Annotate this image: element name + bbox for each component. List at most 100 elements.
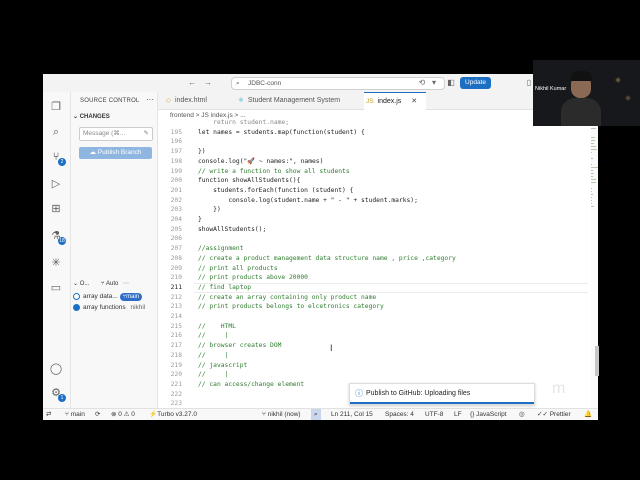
graph-commit-row[interactable]: array data... ⑂main (73, 292, 157, 302)
publish-branch-button[interactable]: ☁ Publish Branch (79, 147, 152, 159)
code-line[interactable]: 215 // HTML (158, 322, 588, 332)
branch-badge: ⑂main (119, 293, 143, 301)
extensions-status-icon[interactable]: ◧ (446, 77, 456, 88)
status-bar: ⇄ ⑂ main ⟳ ⊗ 0 ⚠ 0 ⚡Turbo v3.27.0 ⑂ nikh… (43, 408, 598, 420)
copilot-status-icon[interactable]: ◎ (519, 409, 525, 420)
account-icon[interactable]: ◯ (49, 362, 63, 376)
forward-arrow-icon[interactable]: → (203, 77, 213, 88)
code-line[interactable]: 214 (158, 312, 588, 322)
code-line[interactable]: 199 // write a function to show all stude… (158, 167, 588, 177)
code-line[interactable]: 211 // find laptop (158, 282, 588, 293)
copilot-icon[interactable]: ⟲ (417, 77, 427, 88)
zoom-icon[interactable]: ⌕ (311, 409, 321, 420)
code-line[interactable]: 198 console.log("🚀 ~ names:", names) (158, 157, 588, 167)
encoding[interactable]: UTF-8 (425, 409, 443, 420)
sidebar-title: SOURCE CONTROL (80, 98, 140, 104)
js-file-icon: JS (365, 98, 374, 105)
code-line[interactable]: 210 // print products above 20000 (158, 273, 588, 283)
language-mode[interactable]: {} JavaScript (470, 409, 507, 420)
code-text: // write a function to show all students (198, 167, 350, 175)
code-line[interactable]: 208 // create a product management data s… (158, 254, 588, 264)
code-line[interactable]: 218 // | (158, 351, 588, 361)
editor-scrollbar[interactable] (595, 346, 599, 376)
problems-status[interactable]: ⊗ 0 ⚠ 0 (111, 409, 135, 420)
code-editor[interactable]: return student.name; 195 let names = stude… (158, 118, 588, 417)
code-line[interactable]: 217 // browser creates DOM (158, 341, 588, 351)
blame-label: nikhil (now) (267, 411, 301, 418)
code-line[interactable]: 207 //assignment (158, 244, 588, 254)
graph-auto-label[interactable]: Auto (106, 281, 118, 287)
commit-label: array functions (83, 304, 126, 311)
commit-message-input[interactable]: Message (⌘... ✎ (79, 127, 153, 141)
run-debug-icon[interactable]: ▷ (49, 177, 63, 191)
tab-student-management-system[interactable]: ⚛ Student Management System (238, 92, 358, 109)
line-number: 197 (170, 148, 182, 156)
code-line[interactable]: 200 function showAllStudents(){ (158, 176, 588, 186)
code-line[interactable]: 212 // create an array containing only pr… (158, 293, 588, 303)
publish-notification[interactable]: ⓘ Publish to GitHub: Uploading files (349, 383, 535, 405)
line-number: 201 (170, 186, 182, 194)
tab-index-html[interactable]: ◇ index.html (166, 92, 230, 109)
code-line[interactable]: 216 // | (158, 331, 588, 341)
code-line[interactable]: 206 (158, 234, 588, 244)
code-text: return student.name; (198, 119, 289, 126)
graph-commit-row[interactable]: array functions nikhil (73, 303, 157, 313)
code-line[interactable]: 219 // javascript (158, 361, 588, 371)
git-graph-icon[interactable]: ✳ (49, 256, 63, 270)
code-line[interactable]: 196 (158, 137, 588, 147)
prettier-status[interactable]: ✓✓ Prettier (537, 409, 571, 420)
end-of-line[interactable]: LF (454, 409, 462, 420)
search-icon[interactable]: ⌕ (49, 125, 63, 139)
command-center-search[interactable]: ⌕ JDBC-conn (231, 77, 445, 90)
chevron-down-icon[interactable]: ▾ (429, 77, 439, 88)
indentation[interactable]: Spaces: 4 (385, 409, 414, 420)
more-actions-icon[interactable]: ⋯ (146, 95, 154, 104)
line-number: 203 (170, 206, 182, 214)
graph-actions-icon[interactable]: ⋯ (123, 281, 129, 287)
notifications-bell-icon[interactable]: 🔔 (584, 409, 592, 420)
branch-status[interactable]: ⑂ main (65, 409, 85, 420)
sparkle-icon[interactable]: ✎ (144, 128, 149, 140)
source-control-icon[interactable]: ⑂ 2 (49, 150, 66, 166)
line-number: 210 (170, 274, 182, 282)
update-button[interactable]: Update (460, 77, 491, 89)
code-line[interactable]: 203 }) (158, 205, 588, 215)
commit-message-placeholder: Message (⌘... (83, 130, 126, 137)
code-text: // can access/change element (198, 380, 305, 388)
code-line[interactable]: 213 // print products belongs to elcetron… (158, 302, 588, 312)
code-line[interactable]: 201 students.forEach(function (student) … (158, 186, 588, 196)
code-line[interactable]: 202 console.log(student.name + " - " + s… (158, 196, 588, 206)
code-line[interactable]: 220 // | (158, 370, 588, 380)
cursor-position[interactable]: Ln 211, Col 15 (331, 409, 373, 420)
code-line[interactable]: 197}) (158, 147, 588, 157)
changes-section-header[interactable]: ⌄ CHANGES (73, 113, 110, 120)
tab-index-js[interactable]: JS index.js ✕ (364, 92, 426, 110)
line-number: 208 (170, 254, 182, 262)
graph-section-header[interactable]: ⌄ O... ⑂ Auto ⋯ (73, 280, 157, 290)
minimap-line (591, 146, 596, 147)
line-number: 221 (170, 380, 182, 388)
sync-icon[interactable]: ⟳ (95, 409, 100, 420)
turbo-status[interactable]: ⚡Turbo v3.27.0 (149, 409, 197, 420)
extensions-icon[interactable]: ⊞ (49, 202, 63, 216)
code-line[interactable]: 204} (158, 215, 588, 225)
minimap-line (591, 200, 592, 201)
code-line[interactable]: 195 let names = students.map(function(stu… (158, 128, 588, 138)
back-arrow-icon[interactable]: ← (187, 77, 197, 88)
code-text: // | (198, 351, 229, 359)
code-line[interactable]: 209 // print all products (158, 264, 588, 274)
close-icon[interactable]: ✕ (411, 98, 417, 105)
settings-gear-icon[interactable]: ⚙ 1 (49, 386, 66, 402)
remote-icon[interactable]: ⇄ (46, 409, 51, 420)
info-icon: ⓘ (355, 389, 363, 398)
remote-explorer-icon[interactable]: ▭ (49, 281, 63, 295)
explorer-icon[interactable]: ❐ (49, 100, 63, 114)
line-number: 214 (170, 313, 182, 320)
line-number: 204 (170, 216, 182, 223)
code-line[interactable]: return student.name; (158, 118, 588, 128)
minimap-line (591, 137, 595, 138)
testing-icon[interactable]: ⚗ 18 (49, 229, 66, 245)
activity-bar: ❐ ⌕ ⑂ 2 ▷ ⊞ ⚗ 18 ✳ ▭ ◯ ⚙ 1 (43, 92, 71, 408)
git-blame-status[interactable]: ⑂ nikhil (now) (262, 409, 301, 420)
code-line[interactable]: 205 showAllStudents(); (158, 225, 588, 235)
